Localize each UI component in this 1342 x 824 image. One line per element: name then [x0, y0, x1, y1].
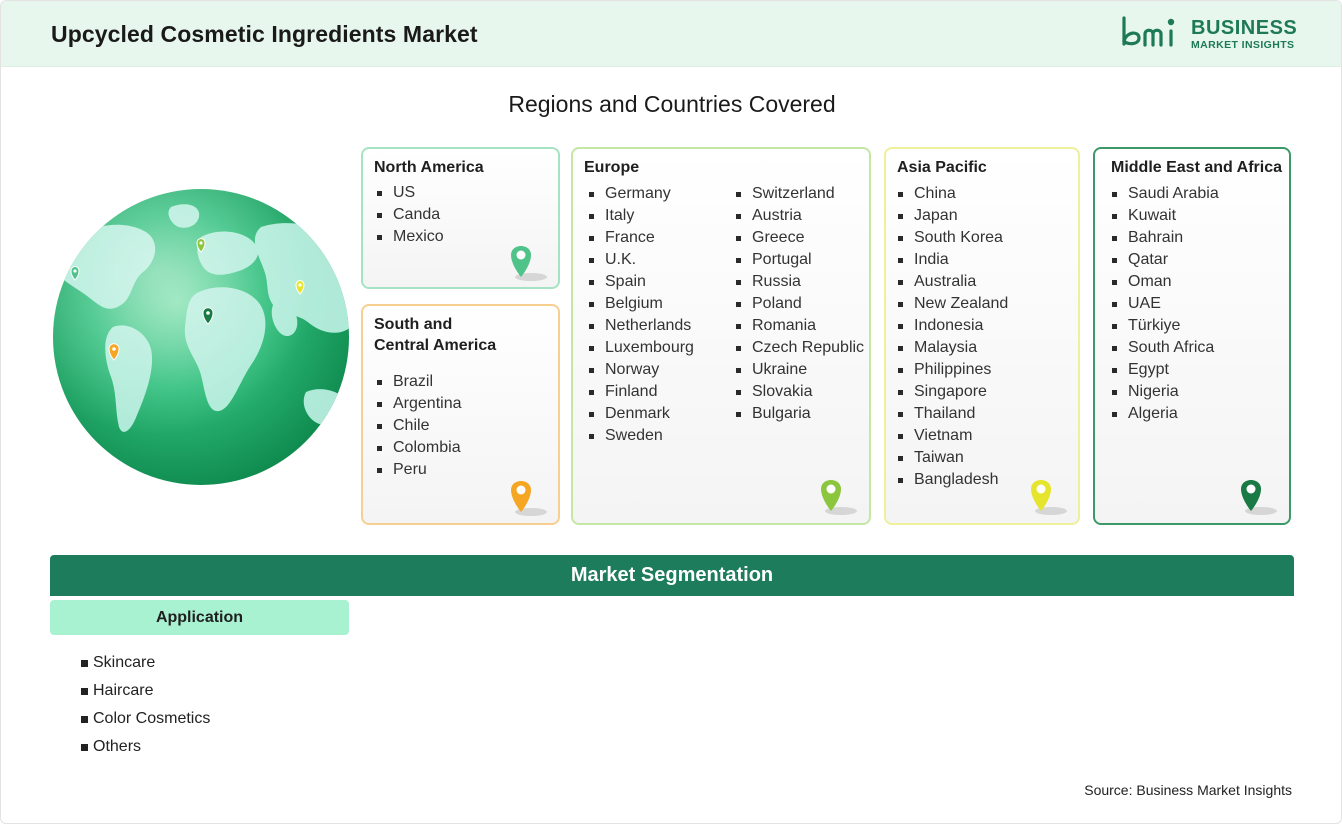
list-item: Philippines	[897, 359, 1008, 381]
globe-illustration	[53, 189, 349, 485]
list-item: Vietnam	[897, 425, 1008, 447]
map-pin-icon	[511, 246, 547, 281]
bmi-logo: BUSINESS MARKET INSIGHTS	[1121, 15, 1299, 55]
list-item: Argentina	[376, 393, 462, 415]
application-list: Skincare Haircare Color Cosmetics Others	[81, 649, 210, 761]
list-item: Bahrain	[1111, 227, 1219, 249]
map-pin-icon	[511, 481, 547, 516]
list-item: Singapore	[897, 381, 1008, 403]
list-item: Luxembourg	[588, 337, 694, 359]
list-item: Indonesia	[897, 315, 1008, 337]
header-bar: Upcycled Cosmetic Ingredients Market BUS…	[1, 1, 1341, 67]
list-item: Others	[81, 733, 210, 761]
country-list: Brazil Argentina Chile Colombia Peru	[376, 371, 462, 481]
list-item: Thailand	[897, 403, 1008, 425]
list-item: Nigeria	[1111, 381, 1219, 403]
list-item: Belgium	[588, 293, 694, 315]
source-note: Source: Business Market Insights	[1084, 782, 1292, 798]
list-item: Mexico	[376, 226, 444, 248]
list-item: Egypt	[1111, 359, 1219, 381]
application-chip: Application	[50, 600, 349, 635]
market-segmentation-bar: Market Segmentation	[50, 555, 1294, 596]
list-item: Denmark	[588, 403, 694, 425]
list-item: Germany	[588, 183, 694, 205]
list-item: China	[897, 183, 1008, 205]
list-item: Poland	[735, 293, 864, 315]
list-item: Colombia	[376, 437, 462, 459]
list-item: Türkiye	[1111, 315, 1219, 337]
list-item: Slovakia	[735, 381, 864, 403]
country-list-col2: Switzerland Austria Greece Portugal Russ…	[735, 183, 864, 425]
logo-wordmark-top: BUSINESS	[1191, 17, 1298, 39]
list-item: Qatar	[1111, 249, 1219, 271]
list-item: Spain	[588, 271, 694, 293]
list-item: Algeria	[1111, 403, 1219, 425]
list-item: Haircare	[81, 677, 210, 705]
list-item: South Korea	[897, 227, 1008, 249]
bmi-logo-icon	[1122, 16, 1175, 47]
region-card-asia-pacific: Asia Pacific China Japan South Korea Ind…	[884, 147, 1080, 525]
list-item: Canda	[376, 204, 444, 226]
list-item: Netherlands	[588, 315, 694, 337]
list-item: US	[376, 182, 444, 204]
region-title-line2: Central America	[374, 337, 497, 354]
list-item: Brazil	[376, 371, 462, 393]
region-card-europe: Europe Germany Italy France U.K. Spain B…	[571, 147, 871, 525]
list-item: Italy	[588, 205, 694, 227]
list-item: Norway	[588, 359, 694, 381]
country-list: Saudi Arabia Kuwait Bahrain Qatar Oman U…	[1111, 183, 1219, 425]
region-title: North America	[374, 159, 484, 176]
list-item: Australia	[897, 271, 1008, 293]
country-list-col1: Germany Italy France U.K. Spain Belgium …	[588, 183, 694, 447]
list-item: Austria	[735, 205, 864, 227]
list-item: Bangladesh	[897, 469, 1008, 491]
map-pin-icon	[1031, 480, 1067, 515]
page-title: Upcycled Cosmetic Ingredients Market	[51, 21, 478, 47]
region-title-line1: South and	[374, 316, 453, 333]
list-item: Malaysia	[897, 337, 1008, 359]
list-item: Saudi Arabia	[1111, 183, 1219, 205]
list-item: Greece	[735, 227, 864, 249]
region-card-south-central-america: South and Central America Brazil Argenti…	[361, 304, 560, 525]
country-list: China Japan South Korea India Australia …	[897, 183, 1008, 491]
list-item: Czech Republic	[735, 337, 864, 359]
regions-heading: Regions and Countries Covered	[508, 91, 836, 117]
region-title: Europe	[584, 159, 640, 176]
map-pin-icon	[821, 480, 857, 515]
logo-wordmark-bottom: MARKET INSIGHTS	[1191, 39, 1295, 51]
list-item: Sweden	[588, 425, 694, 447]
list-item: Romania	[735, 315, 864, 337]
list-item: Taiwan	[897, 447, 1008, 469]
list-item: New Zealand	[897, 293, 1008, 315]
list-item: Japan	[897, 205, 1008, 227]
infographic-frame: Upcycled Cosmetic Ingredients Market BUS…	[0, 0, 1342, 824]
list-item: Bulgaria	[735, 403, 864, 425]
list-item: Color Cosmetics	[81, 705, 210, 733]
region-title: Middle East and Africa	[1111, 159, 1282, 176]
region-title: Asia Pacific	[897, 159, 987, 176]
list-item: Skincare	[81, 649, 210, 677]
list-item: Portugal	[735, 249, 864, 271]
list-item: India	[897, 249, 1008, 271]
list-item: Switzerland	[735, 183, 864, 205]
region-card-middle-east-africa: Middle East and Africa Saudi Arabia Kuwa…	[1093, 147, 1291, 525]
country-list: US Canda Mexico	[376, 182, 444, 248]
region-card-north-america: North America US Canda Mexico	[361, 147, 560, 289]
list-item: France	[588, 227, 694, 249]
list-item: Finland	[588, 381, 694, 403]
list-item: U.K.	[588, 249, 694, 271]
region-title: South and Central America	[374, 314, 496, 356]
map-pin-icon	[1241, 480, 1277, 515]
list-item: Chile	[376, 415, 462, 437]
list-item: Ukraine	[735, 359, 864, 381]
list-item: Oman	[1111, 271, 1219, 293]
list-item: South Africa	[1111, 337, 1219, 359]
list-item: Kuwait	[1111, 205, 1219, 227]
list-item: Peru	[376, 459, 462, 481]
list-item: Russia	[735, 271, 864, 293]
list-item: UAE	[1111, 293, 1219, 315]
